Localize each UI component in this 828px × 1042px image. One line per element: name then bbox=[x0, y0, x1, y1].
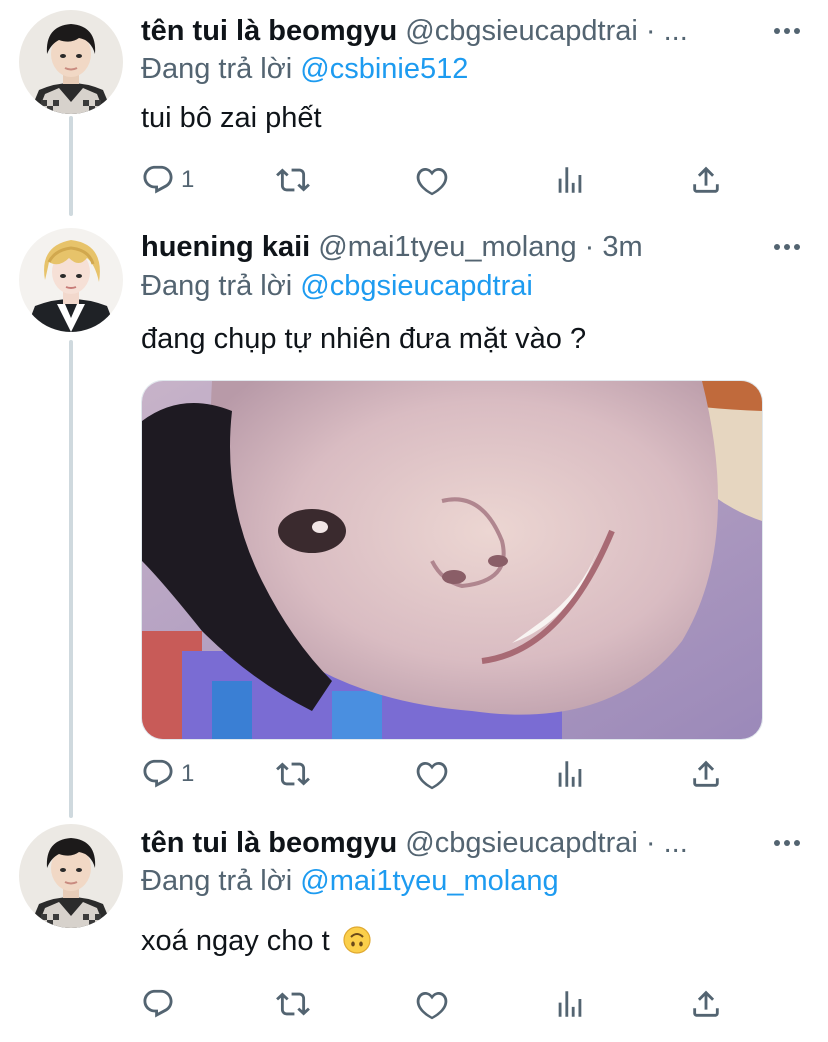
more-icon[interactable] bbox=[772, 232, 802, 262]
display-name[interactable]: tên tui là beomgyu bbox=[141, 827, 397, 859]
tweet-actions: 1 bbox=[141, 756, 741, 792]
replying-to-line: Đang trả lời @mai1tyeu_molang bbox=[141, 864, 559, 898]
tweet-text: xoá ngay cho t bbox=[141, 924, 372, 958]
reply-button[interactable]: 1 bbox=[141, 162, 194, 198]
share-icon bbox=[693, 760, 719, 787]
reply-icon bbox=[143, 759, 173, 788]
tweet-text-content: xoá ngay cho t bbox=[141, 925, 330, 957]
retweet-icon bbox=[276, 992, 310, 1016]
like-icon bbox=[416, 761, 448, 790]
tweet-header: tên tui là beomgyu @cbgsieucapdtrai · ..… bbox=[141, 14, 758, 48]
share-button[interactable] bbox=[689, 756, 723, 792]
more-icon[interactable] bbox=[772, 828, 802, 858]
analytics-icon bbox=[558, 761, 582, 787]
replying-to-prefix: Đang trả lời bbox=[141, 53, 293, 85]
tweet-actions: 1 bbox=[141, 162, 741, 198]
tweet-header: tên tui là beomgyu @cbgsieucapdtrai · ..… bbox=[141, 826, 758, 860]
tweet-header: huening kaii @mai1tyeu_molang · 3m bbox=[141, 230, 758, 264]
reply-icon bbox=[143, 989, 173, 1018]
tweet[interactable]: huening kaii @mai1tyeu_molang · 3m Đang … bbox=[0, 216, 828, 806]
reply-icon bbox=[143, 165, 173, 194]
avatar[interactable] bbox=[19, 824, 123, 928]
views-button[interactable] bbox=[553, 986, 587, 1022]
analytics-icon bbox=[558, 991, 582, 1017]
retweet-button[interactable] bbox=[276, 162, 316, 198]
share-icon bbox=[693, 166, 719, 193]
views-button[interactable] bbox=[553, 162, 587, 198]
tweet[interactable]: tên tui là beomgyu @cbgsieucapdtrai · ..… bbox=[0, 0, 828, 210]
like-button[interactable] bbox=[415, 756, 455, 792]
retweet-button[interactable] bbox=[276, 756, 316, 792]
replying-to-mention[interactable]: @cbgsieucapdtrai bbox=[300, 270, 533, 302]
reply-count: 1 bbox=[181, 760, 195, 787]
like-icon bbox=[416, 991, 448, 1020]
separator-dot: · bbox=[645, 827, 656, 859]
replying-to-mention[interactable]: @mai1tyeu_molang bbox=[300, 865, 558, 897]
timestamp[interactable]: ... bbox=[664, 827, 688, 859]
user-handle[interactable]: @mai1tyeu_molang bbox=[318, 231, 576, 263]
like-icon bbox=[416, 167, 448, 196]
replying-to-prefix: Đang trả lời bbox=[141, 270, 293, 302]
share-button[interactable] bbox=[689, 986, 723, 1022]
separator-dot: · bbox=[584, 231, 595, 263]
reply-button[interactable] bbox=[141, 986, 181, 1022]
reply-button[interactable]: 1 bbox=[141, 756, 194, 792]
analytics-icon bbox=[558, 167, 582, 193]
tweet-actions bbox=[141, 986, 741, 1022]
more-icon[interactable] bbox=[772, 16, 802, 46]
retweet-icon bbox=[276, 762, 310, 786]
like-button[interactable] bbox=[415, 986, 455, 1022]
share-icon bbox=[693, 990, 719, 1017]
user-handle[interactable]: @cbgsieucapdtrai bbox=[405, 827, 638, 859]
user-handle[interactable]: @cbgsieucapdtrai bbox=[405, 15, 638, 47]
replying-to-line: Đang trả lời @cbgsieucapdtrai bbox=[141, 269, 533, 303]
display-name[interactable]: huening kaii bbox=[141, 231, 310, 263]
upside-down-face-icon bbox=[343, 926, 371, 954]
replying-to-mention[interactable]: @csbinie512 bbox=[300, 53, 468, 85]
timestamp[interactable]: 3m bbox=[602, 231, 642, 263]
reply-count: 1 bbox=[181, 166, 195, 193]
avatar[interactable] bbox=[19, 10, 123, 114]
tweet-text: đang chụp tự nhiên đưa mặt vào ? bbox=[141, 323, 587, 355]
retweet-icon bbox=[276, 168, 310, 192]
display-name[interactable]: tên tui là beomgyu bbox=[141, 15, 397, 47]
avatar[interactable] bbox=[19, 228, 123, 332]
tweet-text: tui bô zai phết bbox=[141, 102, 322, 134]
tweet-media-photo[interactable] bbox=[141, 380, 763, 740]
share-button[interactable] bbox=[689, 162, 723, 198]
tweet[interactable]: tên tui là beomgyu @cbgsieucapdtrai · ..… bbox=[0, 812, 828, 1042]
like-button[interactable] bbox=[415, 162, 455, 198]
timestamp[interactable]: ... bbox=[664, 15, 688, 47]
replying-to-line: Đang trả lời @csbinie512 bbox=[141, 52, 468, 86]
views-button[interactable] bbox=[553, 756, 587, 792]
replying-to-prefix: Đang trả lời bbox=[141, 865, 293, 897]
separator-dot: · bbox=[645, 15, 656, 47]
retweet-button[interactable] bbox=[276, 986, 316, 1022]
